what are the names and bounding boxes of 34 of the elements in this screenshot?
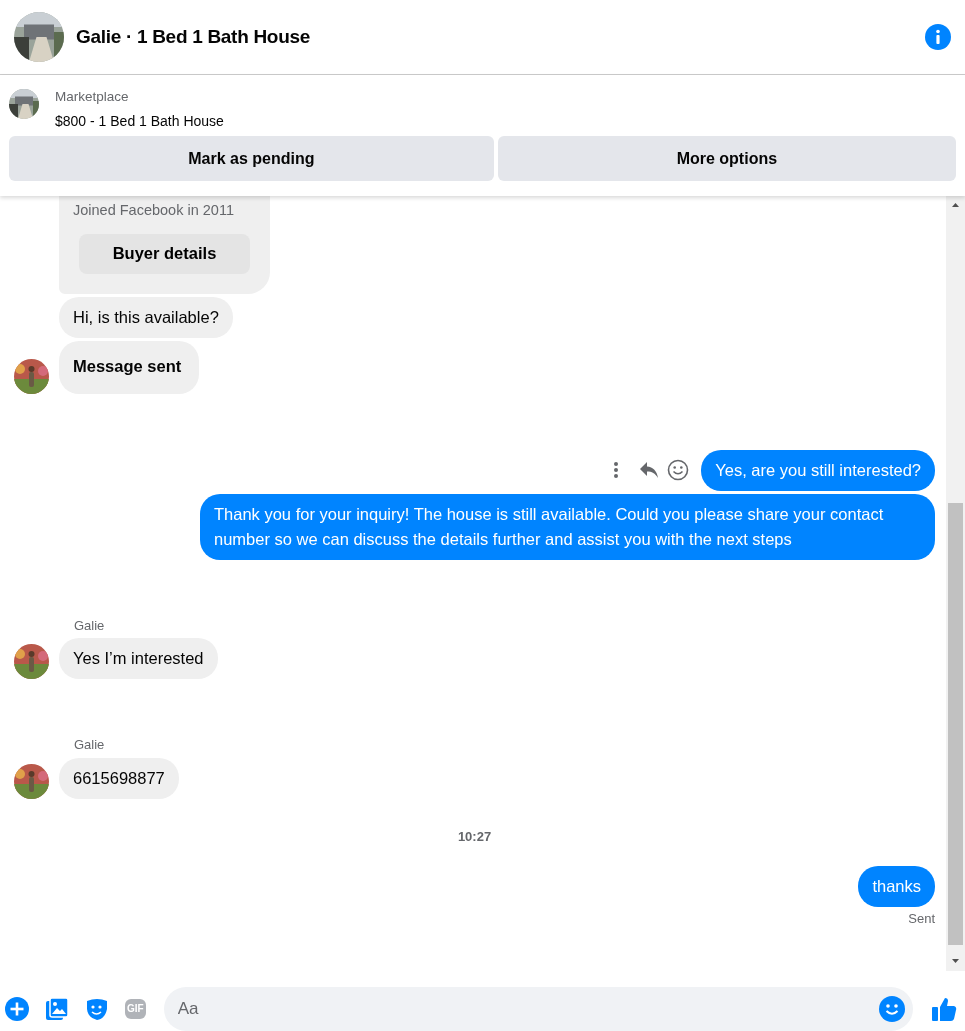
avatar [14, 644, 49, 680]
mark-pending-button[interactable]: Mark as pending [9, 136, 494, 182]
conversation-title: Galie · 1 Bed 1 Bath House [76, 24, 311, 49]
sender-name: Galie [74, 736, 106, 755]
avatar [14, 763, 49, 799]
message-bubble: 6615698877 [59, 757, 179, 799]
message-input[interactable]: Aa [163, 987, 913, 1031]
more-icon[interactable] [613, 461, 620, 480]
scrollbar-thumb[interactable] [948, 503, 963, 945]
message-bubble: Thank you for your inquiry! The house is still available. Could you please share your contact number so we can discuss the details further and assist you with the next steps [200, 493, 935, 560]
delivery-status: Sent [907, 910, 935, 929]
emoji-icon[interactable] [667, 459, 690, 482]
profile-caption: Joined Facebook in 2011 [73, 201, 235, 220]
reply-icon[interactable] [639, 461, 660, 480]
message-bubble: Message sent [59, 340, 200, 394]
listing-label: Marketplace [55, 88, 130, 106]
avatar [14, 12, 64, 62]
buyer-details-button[interactable]: Buyer details [79, 233, 250, 274]
message-bubble: Hi, is this available? [59, 296, 233, 338]
listing-thumbnail [9, 89, 39, 119]
timestamp: 10:27 [456, 827, 493, 846]
avatar [14, 358, 49, 394]
emoji-icon[interactable] [879, 996, 905, 1022]
image-icon[interactable] [45, 997, 69, 1021]
message-bubble: thanks [858, 866, 935, 908]
message-bubble: Yes I’m interested [59, 638, 218, 680]
listing-title: $800 - 1 Bed 1 Bath House [55, 112, 224, 132]
message-bubble: Yes, are you still interested? [701, 449, 935, 491]
like-icon[interactable] [931, 996, 957, 1022]
info-icon[interactable] [925, 24, 951, 50]
more-options-button[interactable]: More options [497, 136, 956, 182]
add-icon[interactable] [5, 997, 29, 1021]
sticker-icon[interactable] [85, 997, 109, 1021]
sender-name: Galie [74, 616, 106, 635]
